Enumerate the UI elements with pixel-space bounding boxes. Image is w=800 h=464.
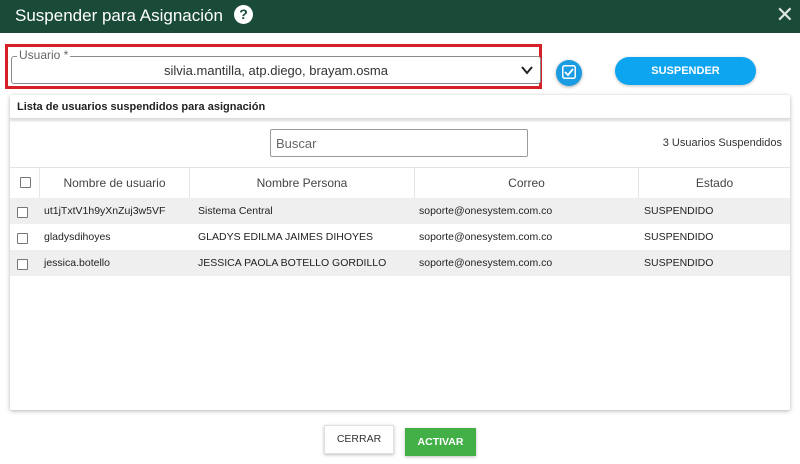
help-icon[interactable]: ? bbox=[234, 5, 253, 24]
search-input[interactable] bbox=[270, 129, 528, 157]
cell-estado: SUSPENDIDO bbox=[644, 231, 714, 243]
cell-estado: SUSPENDIDO bbox=[644, 257, 714, 269]
column-header-correo[interactable]: Correo bbox=[415, 168, 639, 198]
panel-title: Lista de usuarios suspendidos para asign… bbox=[17, 101, 266, 113]
usuario-select-value: silvia.mantilla, atp.diego, brayam.osma bbox=[164, 63, 388, 78]
column-header-estado[interactable]: Estado bbox=[639, 168, 790, 198]
suspender-button[interactable]: SUSPENDER bbox=[615, 57, 756, 85]
table-row[interactable]: jessica.botello JESSICA PAOLA BOTELLO GO… bbox=[10, 250, 790, 276]
table-row[interactable]: ut1jTxtV1h9yXnZuj3w5VF Sistema Central s… bbox=[10, 198, 790, 224]
suspended-users-panel: Lista de usuarios suspendidos para asign… bbox=[10, 95, 790, 410]
column-header-nombre-usuario[interactable]: Nombre de usuario bbox=[40, 168, 190, 198]
dialog-titlebar: Suspender para Asignación ? ✕ bbox=[0, 0, 800, 33]
cell-nombre-persona: JESSICA PAOLA BOTELLO GORDILLO bbox=[198, 257, 387, 269]
cell-nombre-usuario: gladysdihoyes bbox=[44, 231, 111, 243]
suspended-count: 3 Usuarios Suspendidos bbox=[662, 137, 782, 149]
table-header: Nombre de usuario Nombre Persona Correo … bbox=[10, 167, 790, 199]
row-checkbox[interactable] bbox=[17, 259, 28, 270]
cell-nombre-usuario: ut1jTxtV1h9yXnZuj3w5VF bbox=[44, 205, 166, 217]
select-all-check-button[interactable] bbox=[556, 60, 582, 86]
cell-nombre-persona: Sistema Central bbox=[198, 205, 273, 217]
activar-button[interactable]: ACTIVAR bbox=[405, 428, 476, 456]
dialog-title: Suspender para Asignación bbox=[15, 6, 223, 25]
cell-correo: soporte@onesystem.com.co bbox=[419, 231, 553, 243]
cell-nombre-persona: GLADYS EDILMA JAIMES DIHOYES bbox=[198, 231, 374, 243]
cell-nombre-usuario: jessica.botello bbox=[44, 257, 110, 269]
cell-estado: SUSPENDIDO bbox=[644, 205, 714, 217]
header-checkbox-cell bbox=[10, 168, 40, 198]
row-checkbox[interactable] bbox=[17, 233, 28, 244]
close-icon[interactable]: ✕ bbox=[776, 2, 794, 28]
cell-correo: soporte@onesystem.com.co bbox=[419, 205, 553, 217]
column-header-nombre-persona[interactable]: Nombre Persona bbox=[190, 168, 415, 198]
table-row[interactable]: gladysdihoyes GLADYS EDILMA JAIMES DIHOY… bbox=[10, 224, 790, 250]
select-all-checkbox[interactable] bbox=[20, 177, 31, 188]
cell-correo: soporte@onesystem.com.co bbox=[419, 257, 553, 269]
cerrar-button[interactable]: CERRAR bbox=[324, 425, 394, 454]
chevron-down-icon bbox=[521, 66, 533, 75]
panel-divider bbox=[10, 118, 790, 122]
usuario-select[interactable]: silvia.mantilla, atp.diego, brayam.osma bbox=[11, 56, 541, 84]
checkbox-check-icon bbox=[562, 65, 576, 79]
row-checkbox[interactable] bbox=[17, 207, 28, 218]
usuario-field-label: Usuario * bbox=[17, 48, 71, 62]
